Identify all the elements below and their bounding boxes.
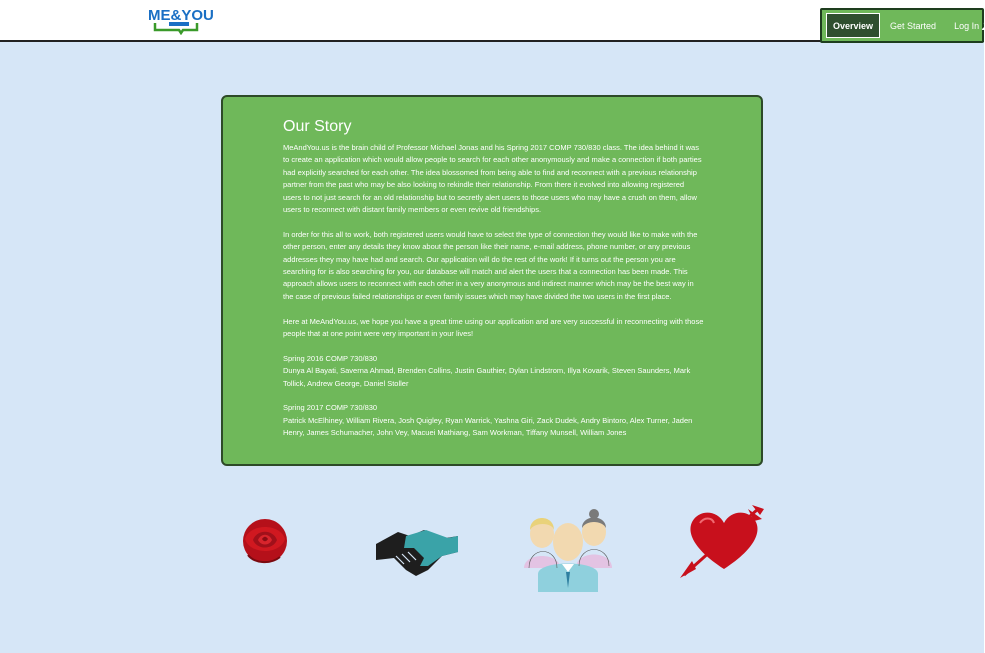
class-2017: Spring 2017 COMP 730/830 Patrick McElhin… (283, 402, 704, 439)
story-title: Our Story (283, 118, 352, 135)
nav-get-started-link[interactable]: Get Started (890, 21, 936, 31)
meandyou-logo[interactable]: ME&YOU (147, 5, 213, 35)
top-navbar: ME&YOU Overview Get Started Log In (0, 0, 985, 43)
svg-text:ME&YOU: ME&YOU (148, 7, 213, 24)
connection-icons-row (0, 500, 984, 600)
story-paragraph-3: Here at MeAndYou.us, we hope you have a … (283, 316, 704, 339)
nav-log-in-link[interactable]: Log In (954, 21, 985, 31)
main-nav: Overview Get Started Log In (820, 8, 985, 43)
class-2016-heading: Spring 2016 COMP 730/830 (283, 353, 378, 363)
people-icon (524, 509, 612, 592)
nav-overview-link[interactable]: Overview (826, 13, 881, 38)
nav-overview-label: Overview (833, 20, 874, 31)
class-2016-members: Dunya Al Bayati, Saverna Ahmad, Brenden … (283, 366, 691, 388)
story-body: MeAndYou.us is the brain child of Profes… (283, 142, 704, 440)
story-paragraph-2: In order for this all to work, both regi… (283, 229, 698, 301)
class-2017-heading: Spring 2017 COMP 730/830 (283, 403, 378, 413)
nav-log-in-label: Log In (954, 20, 980, 31)
our-story-card: Our Story MeAndYou.us is the brain child… (221, 95, 763, 466)
nav-get-started-label: Get Started (890, 20, 937, 31)
handshake-icon (376, 530, 458, 576)
rose-icon (243, 519, 287, 563)
class-2016: Spring 2016 COMP 730/830 Dunya Al Bayati… (283, 353, 704, 390)
page-background: ME&YOU Overview Get Started Log In Our S… (0, 0, 985, 653)
class-2017-members: Patrick McElhiney, William Rivera, Josh … (283, 415, 693, 438)
heart-arrow-icon (680, 505, 764, 578)
story-paragraph-1: MeAndYou.us is the brain child of Profes… (283, 143, 702, 215)
